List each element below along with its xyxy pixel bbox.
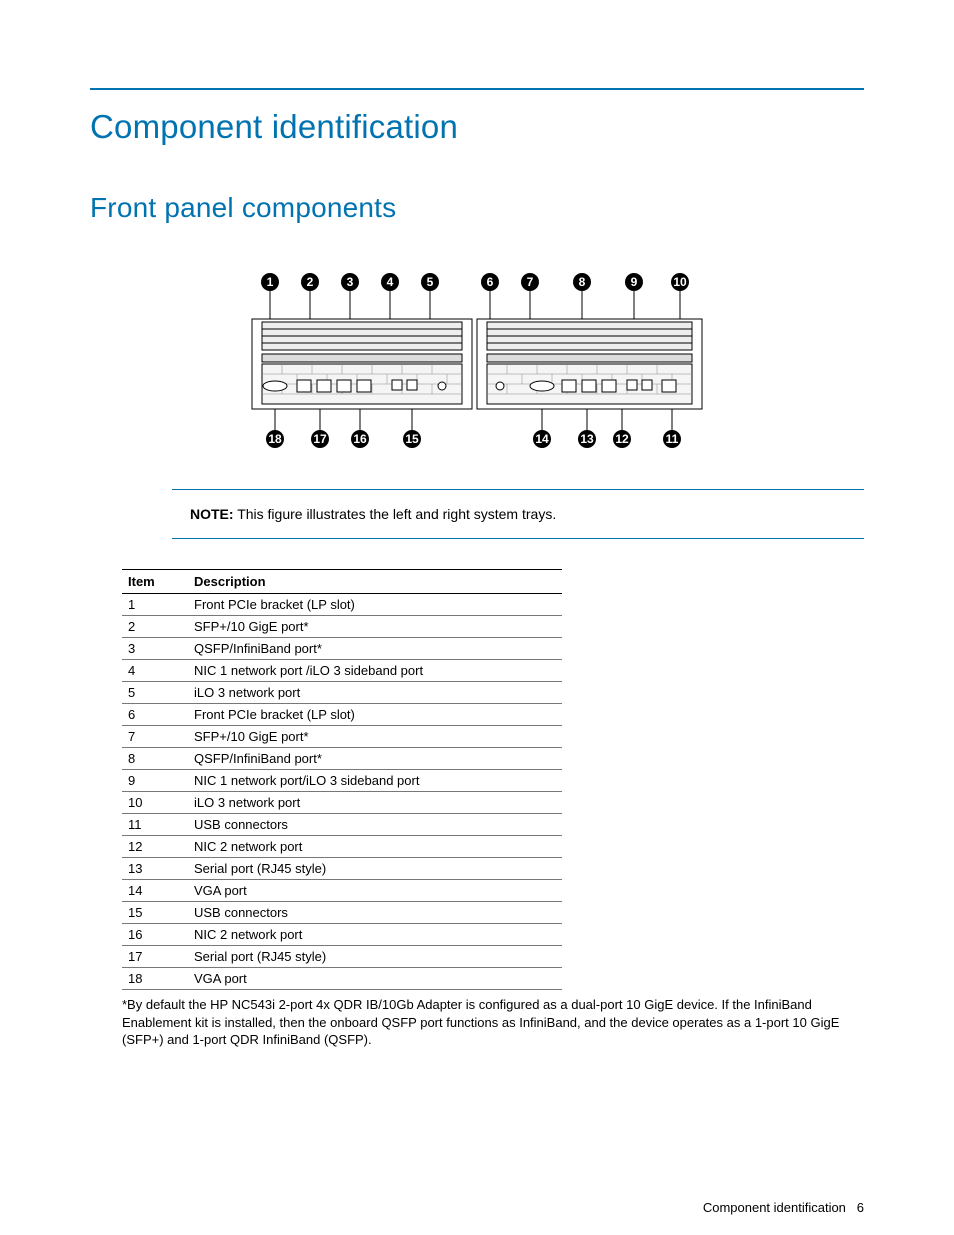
table-row: 3QSFP/InfiniBand port* <box>122 638 562 660</box>
table-row: 11USB connectors <box>122 814 562 836</box>
callout-number: 4 <box>387 275 394 289</box>
desc-cell: NIC 2 network port <box>188 924 562 946</box>
desc-cell: Serial port (RJ45 style) <box>188 858 562 880</box>
table-row: 18VGA port <box>122 968 562 990</box>
callout-number: 7 <box>527 275 534 289</box>
desc-cell: USB connectors <box>188 814 562 836</box>
table-row: 7SFP+/10 GigE port* <box>122 726 562 748</box>
col-header-item: Item <box>122 570 188 594</box>
section-title: Front panel components <box>90 192 864 224</box>
item-cell: 11 <box>122 814 188 836</box>
figure: 123456789101817161514131211 <box>90 264 864 459</box>
item-cell: 4 <box>122 660 188 682</box>
footnote: *By default the HP NC543i 2-port 4x QDR … <box>122 996 842 1049</box>
item-cell: 15 <box>122 902 188 924</box>
item-cell: 1 <box>122 594 188 616</box>
desc-cell: SFP+/10 GigE port* <box>188 726 562 748</box>
table-row: 5iLO 3 network port <box>122 682 562 704</box>
table-row: 6Front PCIe bracket (LP slot) <box>122 704 562 726</box>
callout-number: 14 <box>535 432 549 446</box>
table-row: 15USB connectors <box>122 902 562 924</box>
desc-cell: VGA port <box>188 968 562 990</box>
front-panel-diagram: 123456789101817161514131211 <box>242 264 712 454</box>
desc-cell: USB connectors <box>188 902 562 924</box>
item-cell: 5 <box>122 682 188 704</box>
desc-cell: QSFP/InfiniBand port* <box>188 748 562 770</box>
table-row: 17Serial port (RJ45 style) <box>122 946 562 968</box>
callout-number: 11 <box>666 432 679 446</box>
col-header-desc: Description <box>188 570 562 594</box>
page-title: Component identification <box>90 108 864 146</box>
callout-number: 16 <box>353 432 367 446</box>
item-cell: 16 <box>122 924 188 946</box>
desc-cell: Front PCIe bracket (LP slot) <box>188 704 562 726</box>
desc-cell: NIC 1 network port /iLO 3 sideband port <box>188 660 562 682</box>
component-table: Item Description 1Front PCIe bracket (LP… <box>122 569 562 990</box>
desc-cell: NIC 1 network port/iLO 3 sideband port <box>188 770 562 792</box>
item-cell: 8 <box>122 748 188 770</box>
item-cell: 9 <box>122 770 188 792</box>
callout-number: 18 <box>268 432 282 446</box>
callout-number: 13 <box>580 432 594 446</box>
callout-number: 10 <box>673 275 687 289</box>
table-row: 2SFP+/10 GigE port* <box>122 616 562 638</box>
table-row: 9NIC 1 network port/iLO 3 sideband port <box>122 770 562 792</box>
table-row: 13Serial port (RJ45 style) <box>122 858 562 880</box>
desc-cell: iLO 3 network port <box>188 792 562 814</box>
callout-number: 12 <box>615 432 629 446</box>
desc-cell: Serial port (RJ45 style) <box>188 946 562 968</box>
note-box: NOTE: This figure illustrates the left a… <box>172 489 864 539</box>
callout-number: 8 <box>579 275 586 289</box>
table-row: 12NIC 2 network port <box>122 836 562 858</box>
footer-page: 6 <box>857 1200 864 1215</box>
item-cell: 13 <box>122 858 188 880</box>
item-cell: 3 <box>122 638 188 660</box>
desc-cell: VGA port <box>188 880 562 902</box>
callout-number: 5 <box>427 275 434 289</box>
item-cell: 18 <box>122 968 188 990</box>
item-cell: 7 <box>122 726 188 748</box>
top-rule <box>90 88 864 90</box>
table-row: 8QSFP/InfiniBand port* <box>122 748 562 770</box>
callout-number: 15 <box>405 432 419 446</box>
callout-number: 9 <box>631 275 638 289</box>
item-cell: 2 <box>122 616 188 638</box>
callout-number: 3 <box>347 275 354 289</box>
desc-cell: NIC 2 network port <box>188 836 562 858</box>
desc-cell: iLO 3 network port <box>188 682 562 704</box>
desc-cell: SFP+/10 GigE port* <box>188 616 562 638</box>
callout-number: 6 <box>487 275 494 289</box>
table-row: 14VGA port <box>122 880 562 902</box>
callout-number: 17 <box>313 432 327 446</box>
item-cell: 6 <box>122 704 188 726</box>
item-cell: 17 <box>122 946 188 968</box>
note-text: This figure illustrates the left and rig… <box>237 506 556 522</box>
callout-number: 1 <box>267 275 274 289</box>
item-cell: 10 <box>122 792 188 814</box>
note-label: NOTE: <box>190 506 234 522</box>
desc-cell: Front PCIe bracket (LP slot) <box>188 594 562 616</box>
table-row: 16NIC 2 network port <box>122 924 562 946</box>
item-cell: 14 <box>122 880 188 902</box>
page-footer: Component identification 6 <box>703 1200 864 1215</box>
desc-cell: QSFP/InfiniBand port* <box>188 638 562 660</box>
callout-number: 2 <box>307 275 314 289</box>
table-row: 1Front PCIe bracket (LP slot) <box>122 594 562 616</box>
item-cell: 12 <box>122 836 188 858</box>
footer-section: Component identification <box>703 1200 846 1215</box>
table-row: 10iLO 3 network port <box>122 792 562 814</box>
table-row: 4NIC 1 network port /iLO 3 sideband port <box>122 660 562 682</box>
